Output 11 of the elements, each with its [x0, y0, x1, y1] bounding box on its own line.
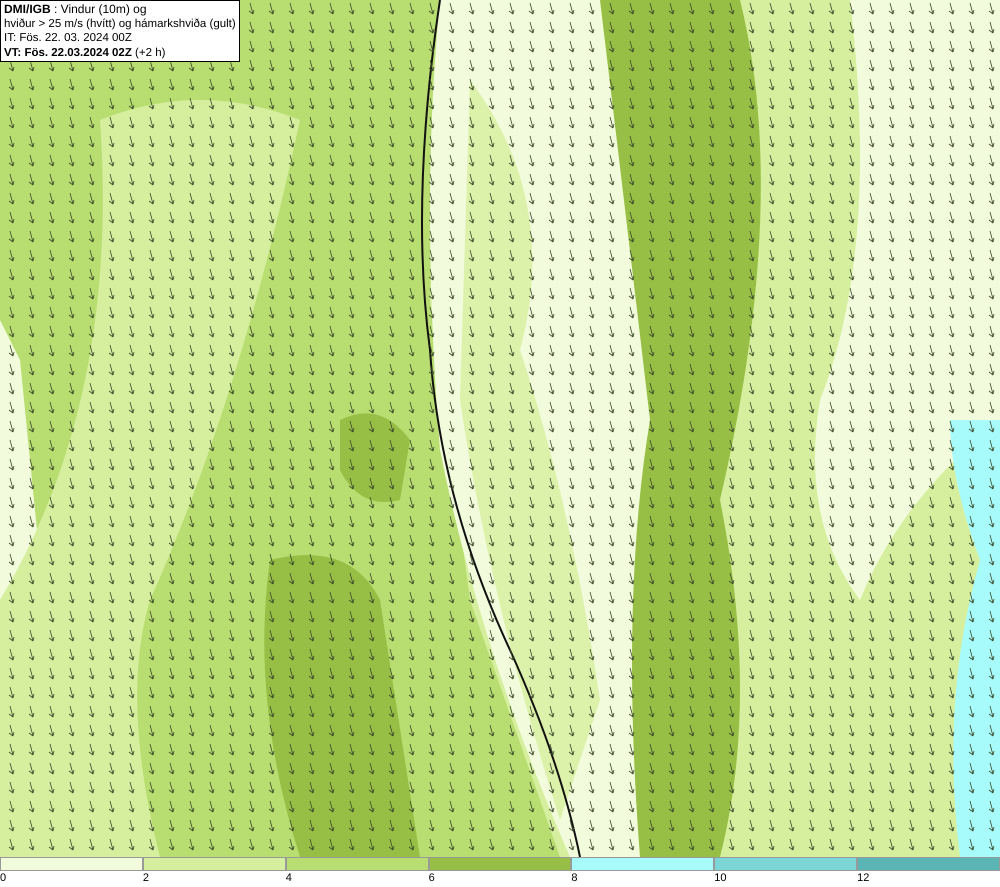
caption-line: VT: Fös. 22.03.2024 02Z (+2 h): [4, 46, 166, 60]
legend-label: 10: [714, 871, 727, 886]
caption-line: IT: Fös. 22. 03. 2024 00Z: [4, 31, 133, 46]
caption-line: DMI/IGB : Vindur (10m) og: [4, 2, 148, 16]
legend-label: 4: [286, 871, 292, 886]
legend-label: 2: [142, 871, 149, 886]
legend-label: 6: [428, 871, 435, 886]
legend-label: 12: [857, 871, 870, 886]
legend-label: 8: [571, 871, 578, 886]
legend-label: 0: [0, 871, 6, 886]
caption-line: hviður > 25 m/s (hvítt) og hámarkshviða (gult): [4, 16, 236, 31]
